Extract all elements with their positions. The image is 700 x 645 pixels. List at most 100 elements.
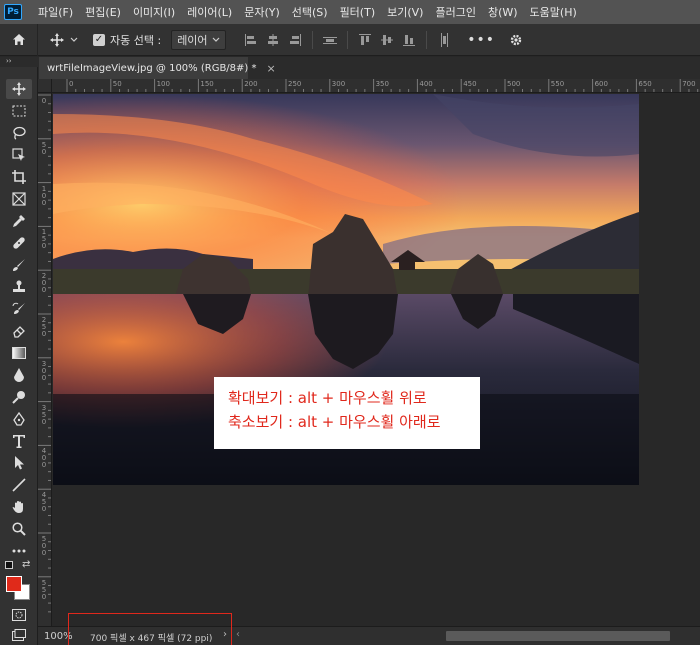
ruler-label: 150 xyxy=(41,228,47,251)
gear-icon[interactable] xyxy=(509,33,523,47)
tools-panel: ⇄ xyxy=(0,67,38,645)
hand-tool[interactable] xyxy=(6,497,32,517)
move-tool[interactable] xyxy=(6,79,32,99)
frame-tool[interactable] xyxy=(6,189,32,209)
align-bottom-button[interactable] xyxy=(398,30,420,50)
quick-mask-button[interactable] xyxy=(6,605,32,625)
menu-filter[interactable]: 필터(T) xyxy=(334,4,382,20)
photoshop-logo: Ps xyxy=(4,4,22,20)
document-tab[interactable]: wrtFileImageView.jpg @ 100% (RGB/8#) * × xyxy=(39,57,276,79)
history-brush-tool[interactable] xyxy=(6,299,32,319)
auto-select-checkbox[interactable]: ✓ xyxy=(93,33,105,46)
eyedropper-tool-icon xyxy=(13,215,25,227)
menu-plugins[interactable]: 플러그인 xyxy=(429,4,481,20)
ruler-label: 500 xyxy=(507,80,521,88)
path-select-tool[interactable] xyxy=(6,453,32,473)
line-tool[interactable] xyxy=(6,475,32,495)
healing-brush-tool-icon xyxy=(13,237,25,249)
zoom-level[interactable]: 100% xyxy=(38,631,73,642)
ruler-label: 150 xyxy=(200,80,214,88)
divider xyxy=(312,30,314,49)
gradient-tool-icon xyxy=(12,347,26,359)
vertical-ruler[interactable]: 0 50 100 150 200 250 300 350 400 450 500 550 xyxy=(38,93,52,626)
type-tool[interactable] xyxy=(6,431,32,451)
more-tools-icon xyxy=(12,549,26,553)
menu-help[interactable]: 도움말(H) xyxy=(524,4,583,20)
ruler-label: 0 xyxy=(41,97,47,105)
ruler-label: 550 xyxy=(550,80,565,88)
more-options-button[interactable]: ••• xyxy=(467,32,495,48)
scrollbar-thumb[interactable] xyxy=(446,631,670,641)
ruler-label: 400 xyxy=(419,80,433,88)
foreground-color-swatch[interactable] xyxy=(6,576,22,592)
shortcut-caption: 확대보기 : alt + 마우스휠 위로 축소보기 : alt + 마우스휠 아… xyxy=(214,377,480,449)
menu-image[interactable]: 이미지(I) xyxy=(127,4,181,20)
menu-type[interactable]: 문자(Y) xyxy=(238,4,286,20)
pen-tool[interactable] xyxy=(6,409,32,429)
ruler-label: 500 xyxy=(41,535,47,557)
divider xyxy=(347,30,349,49)
marquee-tool-icon xyxy=(12,105,26,117)
move-tool-preset[interactable] xyxy=(50,32,79,47)
screen-mode-button[interactable] xyxy=(6,625,32,645)
eraser-tool[interactable] xyxy=(6,321,32,341)
menu-edit[interactable]: 편집(E) xyxy=(79,4,127,20)
ruler-label: 50 xyxy=(112,80,122,88)
gradient-tool[interactable] xyxy=(6,343,32,363)
swap-colors-icon[interactable]: ⇄ xyxy=(22,559,30,570)
ruler-label: 100 xyxy=(41,184,47,207)
close-icon[interactable]: × xyxy=(267,62,276,75)
dodge-tool-icon xyxy=(12,391,25,404)
move-icon xyxy=(50,32,64,47)
more-tools-button[interactable] xyxy=(6,541,32,561)
toolbar-collapse-toggle[interactable]: ›› xyxy=(0,57,38,67)
horizontal-ruler[interactable]: 0 50 100 150 200 250 300 350 400 450 500 550 600 650 7… xyxy=(52,79,700,93)
menu-layer[interactable]: 레이어(L) xyxy=(181,4,238,20)
status-menu-arrow-icon[interactable]: › xyxy=(223,629,227,640)
align-top-button[interactable] xyxy=(354,30,376,50)
chevron-down-icon xyxy=(70,37,78,42)
marquee-tool[interactable] xyxy=(6,101,32,121)
brush-tool[interactable] xyxy=(6,255,32,275)
ruler-label: 300 xyxy=(331,80,346,88)
menu-view[interactable]: 보기(V) xyxy=(381,4,429,20)
auto-select-target-dropdown[interactable]: 레이어 xyxy=(171,29,227,50)
clone-stamp-tool[interactable] xyxy=(6,277,32,297)
home-button[interactable] xyxy=(0,23,38,56)
align-left-button[interactable] xyxy=(240,30,262,50)
path-select-tool-icon xyxy=(15,456,24,470)
object-select-tool-icon xyxy=(12,148,25,161)
healing-brush-tool[interactable] xyxy=(6,233,32,253)
ruler-label: 350 xyxy=(41,403,47,426)
ruler-label: 550 xyxy=(41,578,47,601)
status-bar: 100% 700 픽셀 x 467 픽셀 (72 ppi) › ‹ xyxy=(38,613,700,645)
object-select-tool[interactable] xyxy=(6,145,32,165)
crop-tool[interactable] xyxy=(6,167,32,187)
ruler-label: 100 xyxy=(156,80,170,88)
zoom-tool-icon xyxy=(12,522,26,536)
menu-file[interactable]: 파일(F) xyxy=(32,4,79,20)
align-right-button[interactable] xyxy=(284,30,306,50)
ruler-corner xyxy=(38,79,52,93)
default-colors-icon[interactable] xyxy=(5,561,13,569)
distribute-button[interactable] xyxy=(319,30,341,50)
options-bar: ✓ 자동 선택 : 레이어 ••• xyxy=(0,23,700,56)
zoom-tool[interactable] xyxy=(6,519,32,539)
align-middle-button[interactable] xyxy=(376,30,398,50)
distribute-vertical-button[interactable] xyxy=(433,30,455,50)
dodge-tool[interactable] xyxy=(6,387,32,407)
ruler-label: 250 xyxy=(41,316,47,338)
type-tool-icon xyxy=(13,434,25,448)
align-center-button[interactable] xyxy=(262,30,284,50)
menu-window[interactable]: 창(W) xyxy=(482,4,524,20)
ruler-label: 450 xyxy=(41,491,47,514)
blur-tool[interactable] xyxy=(6,365,32,385)
document-canvas[interactable]: 확대보기 : alt + 마우스휠 위로 축소보기 : alt + 마우스휠 아… xyxy=(52,93,700,626)
chevron-down-icon xyxy=(212,37,220,42)
horizontal-scrollbar[interactable] xyxy=(246,631,696,641)
menu-select[interactable]: 선택(S) xyxy=(286,4,334,20)
scroll-left-icon[interactable]: ‹ xyxy=(236,629,240,640)
lasso-tool[interactable] xyxy=(6,123,32,143)
zoom-in-hint: 확대보기 : alt + 마우스휠 위로 xyxy=(228,389,427,407)
eyedropper-tool[interactable] xyxy=(6,211,32,231)
